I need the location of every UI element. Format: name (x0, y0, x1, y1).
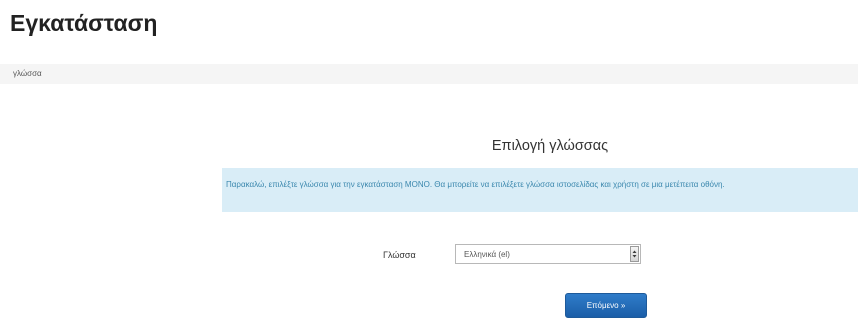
breadcrumb-item-language: γλώσσα (13, 69, 42, 78)
installation-page: Εγκατάσταση γλώσσα Επιλογή γλώσσας Παρακ… (0, 0, 858, 318)
language-select[interactable]: Ελληνικά (el) (455, 244, 641, 264)
language-select-value: Ελληνικά (el) (464, 250, 510, 259)
chevron-down-icon[interactable] (630, 246, 639, 262)
language-field-label: Γλώσσα (383, 250, 416, 260)
next-button[interactable]: Επόμενο » (565, 293, 647, 318)
language-selection-heading: Επιλογή γλώσσας (491, 138, 609, 154)
info-alert: Παρακαλώ, επιλέξτε γλώσσα για την εγκατά… (222, 168, 858, 212)
info-alert-text: Παρακαλώ, επιλέξτε γλώσσα για την εγκατά… (226, 180, 725, 189)
page-title: Εγκατάσταση (10, 10, 158, 36)
breadcrumb: γλώσσα (0, 64, 858, 84)
